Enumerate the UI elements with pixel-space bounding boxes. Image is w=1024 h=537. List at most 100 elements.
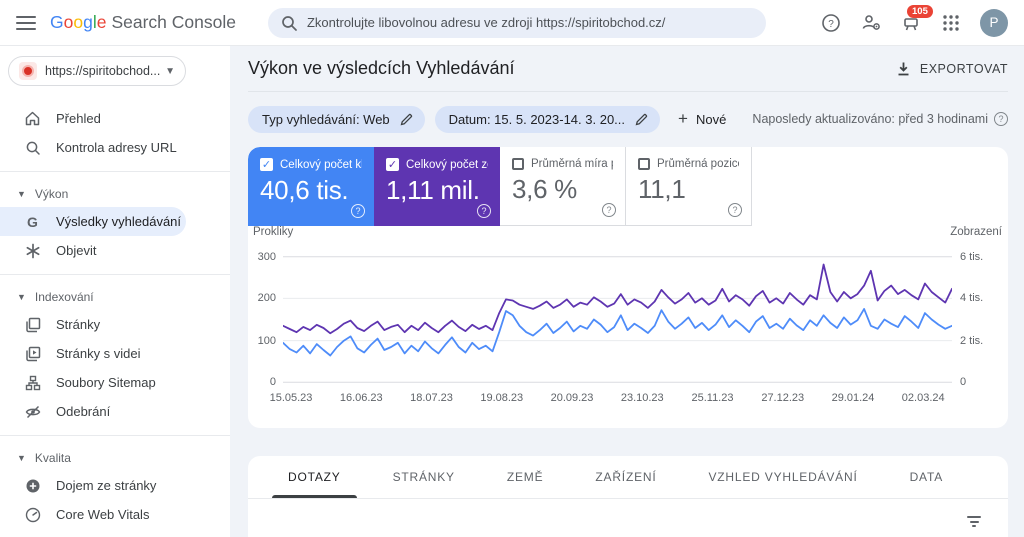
x-axis-tick: 25.11.23 (691, 392, 733, 404)
help-icon[interactable]: ? (820, 12, 842, 34)
checkbox-checked-icon[interactable]: ✓ (260, 158, 273, 171)
metric-card-total-clicks[interactable]: ✓Celkový počet kli... 40,6 tis. ? (248, 147, 374, 226)
edit-icon (400, 113, 413, 126)
x-axis-tick: 18.07.23 (410, 392, 453, 404)
checkbox-unchecked-icon[interactable] (512, 158, 524, 170)
help-icon[interactable]: ? (994, 112, 1008, 126)
metric-value: 40,6 tis. (260, 175, 362, 206)
help-icon[interactable]: ? (728, 203, 742, 217)
user-settings-icon[interactable] (860, 12, 882, 34)
sidebar-item-dojem-ze-stranky[interactable]: Dojem ze stránky (0, 471, 230, 500)
divider (0, 171, 230, 172)
x-axis-tick: 19.08.23 (480, 392, 523, 404)
chart-plot-svg (283, 256, 952, 383)
metric-card-average-position[interactable]: Průměrná pozice 11,1 ? (626, 147, 752, 226)
sidebar-item-stranky[interactable]: Stránky (0, 310, 230, 339)
performance-chart-card: ✓Celkový počet kli... 40,6 tis. ? ✓Celko… (248, 147, 1008, 428)
eye-off-icon (24, 403, 41, 420)
sidebar-item-core-web-vitals[interactable]: Core Web Vitals (0, 500, 230, 529)
sidebar-section-kvalita[interactable]: ▼ Kvalita (0, 445, 230, 471)
x-axis-ticks: 15.05.2316.06.2318.07.2319.08.2320.09.23… (283, 383, 952, 417)
right-axis-ticks: 6 tis. 4 tis. 2 tis. 0 (952, 256, 1008, 383)
product-name: Search Console (111, 12, 236, 33)
dimensions-table-card: DOTAZY STRÁNKY ZEMĚ ZAŘÍZENÍ VZHLED VYHL… (248, 456, 1008, 537)
property-url: https://spiritobchod... (45, 64, 161, 78)
x-axis-tick: 02.03.24 (902, 392, 945, 404)
sidebar-item-prehled[interactable]: Přehled (0, 104, 230, 133)
checkbox-checked-icon[interactable]: ✓ (386, 158, 399, 171)
export-button[interactable]: EXPORTOVAT (896, 61, 1008, 77)
chevron-down-icon: ▼ (165, 66, 175, 77)
divider (0, 274, 230, 275)
sidebar-item-objevit[interactable]: Objevit (0, 236, 230, 265)
metric-card-average-ctr[interactable]: Průměrná míra pr... 3,6 % ? (500, 147, 626, 226)
collapse-icon: ▼ (17, 189, 26, 199)
x-axis-tick: 15.05.23 (270, 392, 313, 404)
time-series-chart: Prokliky Zobrazení 300 200 100 0 6 tis. … (248, 226, 1008, 417)
svg-text:?: ? (828, 19, 834, 30)
speedometer-icon (24, 506, 41, 523)
sidebar-item-soubory-sitemap[interactable]: Soubory Sitemap (0, 368, 230, 397)
collapse-icon: ▼ (17, 453, 26, 463)
checkbox-unchecked-icon[interactable] (638, 158, 650, 170)
google-logo: Google (50, 12, 106, 33)
new-filter-button[interactable]: + Nové (678, 109, 726, 129)
menu-icon[interactable] (16, 16, 36, 30)
filter-chip-date-range[interactable]: Datum: 15. 5. 2023-14. 3. 20... (435, 106, 660, 133)
search-input[interactable] (307, 15, 754, 30)
x-axis-tick: 23.10.23 (621, 392, 664, 404)
tab-data[interactable]: DATA (884, 456, 969, 498)
right-axis-title: Zobrazení (950, 226, 1002, 238)
filter-chip-search-type[interactable]: Typ vyhledávání: Web (248, 106, 425, 133)
notification-count-badge: 105 (907, 5, 933, 19)
sidebar-item-odebrani[interactable]: Odebrání (0, 397, 230, 426)
collapse-icon: ▼ (17, 292, 26, 302)
sidebar-section-vykon[interactable]: ▼ Výkon (0, 181, 230, 207)
plus-icon: + (678, 109, 688, 129)
top-app-bar: Google Search Console ? 105 P (0, 0, 1024, 46)
x-axis-tick: 27.12.23 (761, 392, 804, 404)
main-content: Výkon ve výsledcích Vyhledávání EXPORTOV… (230, 46, 1024, 537)
url-inspection-icon (24, 139, 41, 156)
tab-zarizeni[interactable]: ZAŘÍZENÍ (569, 456, 682, 498)
sidebar-item-stranky-s-videi[interactable]: Stránky s videi (0, 339, 230, 368)
notifications-icon[interactable]: 105 (900, 12, 922, 34)
sidebar-section-indexovani[interactable]: ▼ Indexování (0, 284, 230, 310)
apps-grid-icon[interactable] (940, 12, 962, 34)
help-icon[interactable]: ? (602, 203, 616, 217)
left-axis-title: Prokliky (253, 226, 293, 238)
home-icon (24, 110, 41, 127)
pages-icon (24, 316, 41, 333)
video-pages-icon (24, 345, 41, 362)
left-axis-ticks: 300 200 100 0 (248, 256, 283, 383)
sidebar-item-vysledky-vyhledavani[interactable]: G Výsledky vyhledávání (0, 207, 186, 236)
sidebar: https://spiritobchod... ▼ Přehled Kontro… (0, 46, 230, 537)
metric-cards: ✓Celkový počet kli... 40,6 tis. ? ✓Celko… (248, 147, 1008, 226)
filter-icon[interactable] (964, 513, 984, 530)
help-icon[interactable]: ? (351, 204, 365, 218)
metric-value: 1,11 mil. (386, 175, 488, 206)
x-axis-tick: 29.01.24 (832, 392, 875, 404)
site-favicon (19, 62, 37, 80)
tab-dotazy[interactable]: DOTAZY (262, 456, 367, 498)
metric-card-total-impressions[interactable]: ✓Celkový počet zo... 1,11 mil. ? (374, 147, 500, 226)
property-selector[interactable]: https://spiritobchod... ▼ (8, 56, 186, 86)
page-experience-icon (24, 477, 41, 494)
chart-plot-area[interactable] (283, 256, 952, 383)
url-inspect-searchbar[interactable] (268, 8, 766, 38)
avatar[interactable]: P (980, 9, 1008, 37)
x-axis-tick: 16.06.23 (340, 392, 383, 404)
sidebar-item-https[interactable]: HTTPS (0, 529, 230, 537)
sitemap-icon (24, 374, 41, 391)
help-icon[interactable]: ? (477, 204, 491, 218)
app-logo[interactable]: Google Search Console (50, 12, 236, 33)
tab-stranky[interactable]: STRÁNKY (367, 456, 481, 498)
google-search-icon: G (24, 213, 41, 230)
edit-icon (635, 113, 648, 126)
divider (0, 435, 230, 436)
sidebar-item-kontrola-adresy-url[interactable]: Kontrola adresy URL (0, 133, 230, 162)
dimension-tabs: DOTAZY STRÁNKY ZEMĚ ZAŘÍZENÍ VZHLED VYHL… (248, 456, 1008, 499)
tab-vzhled-vyhledavani[interactable]: VZHLED VYHLEDÁVÁNÍ (682, 456, 883, 498)
metric-value: 3,6 % (512, 174, 613, 205)
tab-zeme[interactable]: ZEMĚ (481, 456, 570, 498)
